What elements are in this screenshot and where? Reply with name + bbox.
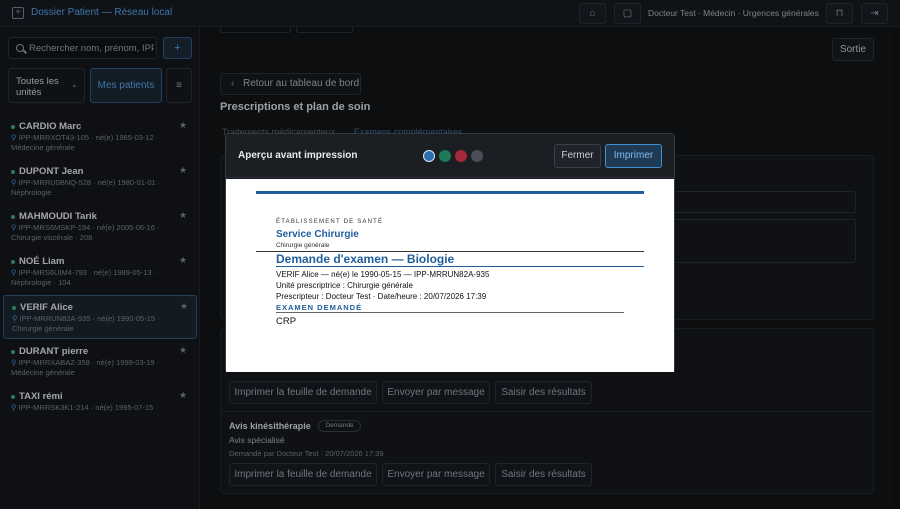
print-preview-modal: Aperçu avant impression Fermer Imprimer … xyxy=(225,133,675,372)
print-button[interactable]: Imprimer xyxy=(605,144,662,168)
print-preview-area: ÉTABLISSEMENT DE SANTÉ Service Chirurgie… xyxy=(226,179,674,372)
document-title: Demande d'examen — Biologie xyxy=(276,252,455,266)
exam-value: CRP xyxy=(276,316,297,327)
document-page: ÉTABLISSEMENT DE SANTÉ Service Chirurgie… xyxy=(256,191,644,353)
color-swatch-red[interactable] xyxy=(455,150,467,162)
prescriber-line: Prescripteur : Docteur Test · Date/heure… xyxy=(276,292,487,301)
specialty: Chirurgie générale xyxy=(276,242,330,249)
color-swatch-gray[interactable] xyxy=(471,150,483,162)
service-name: Service Chirurgie xyxy=(276,229,359,240)
color-swatch-blue[interactable] xyxy=(423,150,435,162)
divider xyxy=(276,266,644,267)
establishment-label: ÉTABLISSEMENT DE SANTÉ xyxy=(276,219,384,225)
close-button[interactable]: Fermer xyxy=(554,144,601,168)
color-swatch-green[interactable] xyxy=(439,150,451,162)
divider xyxy=(276,312,624,313)
exam-header: EXAMEN DEMANDÉ xyxy=(276,303,363,312)
unit-line: Unité prescriptrice : Chirurgie générale xyxy=(276,281,413,290)
modal-header: Aperçu avant impression Fermer Imprimer xyxy=(226,134,674,178)
modal-title: Aperçu avant impression xyxy=(238,150,358,161)
patient-line: VERIF Alice — né(e) le 1990-05-15 — IPP-… xyxy=(276,270,490,279)
